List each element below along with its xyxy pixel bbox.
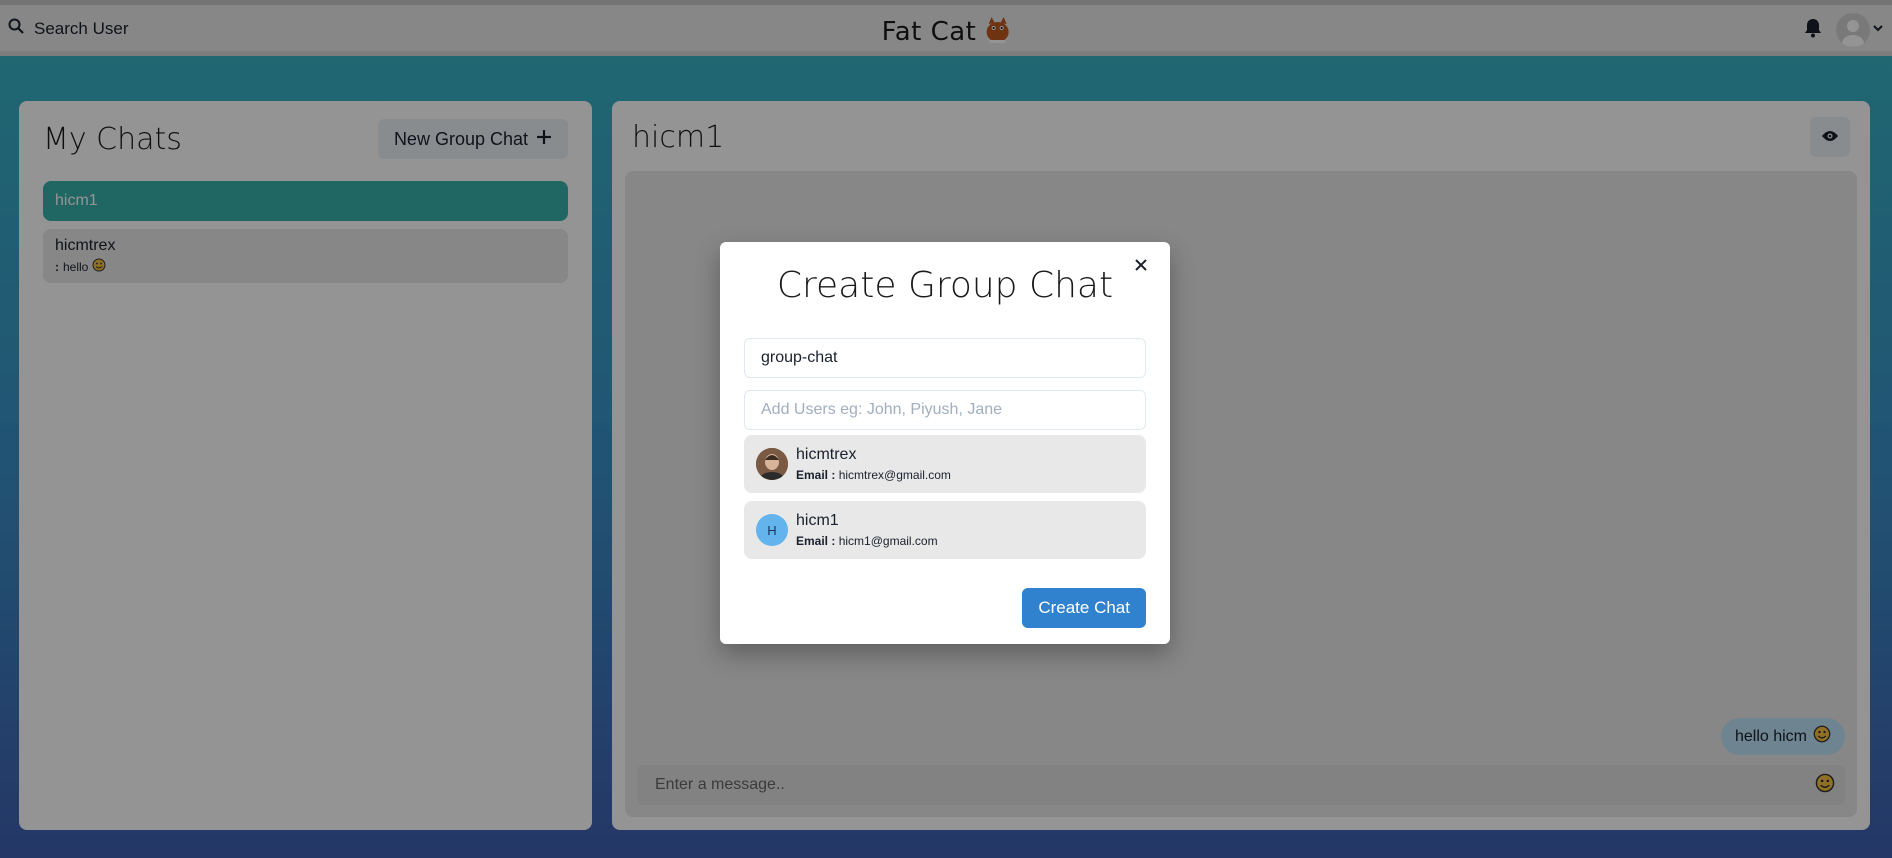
latest-message: : hello (55, 258, 556, 275)
user-result-hicm1[interactable]: H hicm1 Email : hicm1@gmail.com (744, 501, 1146, 559)
profile-menu-button[interactable] (1836, 13, 1884, 47)
brand: Fat Cat (882, 14, 1011, 49)
top-bar: Search User Fat Cat (0, 5, 1892, 56)
smiley-emoji-icon (1815, 773, 1835, 798)
new-group-chat-button[interactable]: New Group Chat (377, 119, 568, 159)
add-users-input[interactable] (744, 390, 1146, 430)
message-input[interactable] (637, 765, 1805, 805)
view-profile-button[interactable] (1810, 117, 1850, 157)
chat-item-name: hicmtrex (55, 237, 116, 254)
smiley-emoji-icon (92, 258, 106, 275)
message-bubble: hello hicm (1720, 718, 1845, 755)
chat-name-input[interactable] (744, 338, 1146, 378)
search-user-label: Search User (34, 18, 129, 38)
user-name: hicm1 (796, 512, 839, 529)
close-modal-button[interactable] (1128, 254, 1154, 280)
user-avatar: H (756, 514, 788, 546)
user-result-hicmtrex[interactable]: hicmtrex Email : hicmtrex@gmail.com (744, 435, 1146, 493)
user-email: Email : hicm1@gmail.com (796, 534, 938, 548)
new-group-chat-label: New Group Chat (393, 128, 528, 149)
latest-message-sender: : (55, 259, 59, 274)
avatar-initial: H (767, 522, 777, 538)
plus-icon (536, 129, 552, 150)
avatar (1836, 13, 1870, 47)
email-value: hicmtrex@gmail.com (838, 468, 951, 482)
search-icon (8, 18, 24, 39)
user-avatar (756, 448, 788, 480)
chat-title: hicm1 (632, 119, 725, 155)
emoji-picker-button[interactable] (1805, 765, 1845, 805)
create-chat-button[interactable]: Create Chat (1022, 588, 1146, 628)
bell-icon[interactable] (1804, 18, 1822, 43)
my-chats-title: My Chats (43, 121, 182, 157)
create-group-chat-modal: Create Group Chat hicmtrex Email : hicmt… (720, 242, 1170, 644)
chat-item-name: hicm1 (55, 192, 98, 209)
email-label: Email : (796, 534, 836, 548)
message-input-group (637, 765, 1845, 805)
email-value: hicm1@gmail.com (838, 534, 938, 548)
chat-list: hicm1 hicmtrex : hello (43, 181, 568, 283)
latest-message-text: hello (63, 259, 89, 274)
search-user-button[interactable]: Search User (8, 18, 128, 39)
smiley-emoji-icon (1813, 725, 1831, 748)
close-icon (1134, 258, 1148, 277)
message-text: hello hicm (1734, 727, 1807, 745)
chat-item-hicm1[interactable]: hicm1 (43, 181, 568, 221)
app-title: Fat Cat (881, 16, 977, 47)
chevron-down-icon (1872, 21, 1884, 39)
email-label: Email : (796, 468, 836, 482)
chat-item-hicmtrex[interactable]: hicmtrex : hello (43, 229, 568, 283)
user-name: hicmtrex (796, 446, 857, 463)
user-email: Email : hicmtrex@gmail.com (796, 468, 951, 482)
modal-title: Create Group Chat (776, 265, 1114, 306)
eye-icon (1821, 130, 1839, 145)
my-chats-panel: My Chats New Group Chat hicm1 hicmtrex :… (19, 101, 592, 830)
fat-cat-logo-icon (984, 14, 1010, 49)
